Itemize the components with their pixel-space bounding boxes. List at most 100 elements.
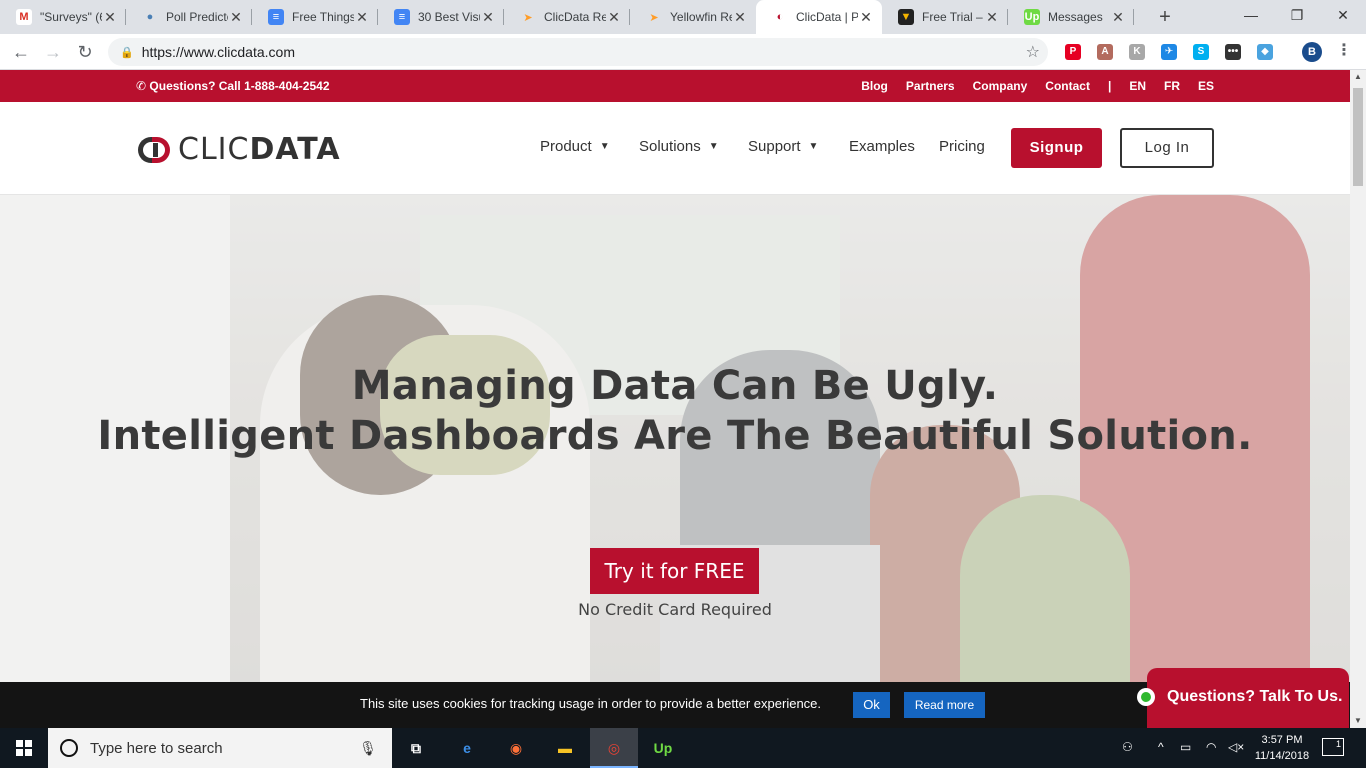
topbar-link[interactable]: Company <box>973 79 1028 93</box>
people-icon[interactable]: ⚇ <box>1122 740 1133 754</box>
edge-icon[interactable]: e <box>455 736 479 760</box>
online-status-icon <box>1137 688 1155 706</box>
start-button[interactable] <box>0 728 48 768</box>
grammar-icon[interactable]: K <box>1129 44 1145 60</box>
dots-extension-icon[interactable]: ••• <box>1225 44 1241 60</box>
bookmark-star-icon[interactable]: ☆ <box>1026 42 1040 62</box>
pdf-icon[interactable]: A <box>1097 44 1113 60</box>
clicdata-logo[interactable]: CLICDATA <box>138 132 341 167</box>
flame-icon[interactable]: ✈ <box>1161 44 1177 60</box>
nav-label: Pricing <box>939 138 985 155</box>
clock-time: 3:57 PM <box>1261 734 1303 746</box>
topbar-link[interactable]: EN <box>1129 79 1146 93</box>
try-free-button[interactable]: Try it for FREE <box>590 548 759 594</box>
battery-icon[interactable]: ▭ <box>1180 740 1191 754</box>
cortana-icon <box>60 739 78 757</box>
page-scrollbar[interactable]: ▲ ▼ <box>1350 70 1366 728</box>
login-button[interactable]: Log In <box>1120 128 1214 168</box>
firefox-icon[interactable]: ◉ <box>504 736 528 760</box>
hero-headline-line1: Managing Data Can Be Ugly. <box>351 363 999 409</box>
new-tab-button[interactable]: + <box>1152 4 1178 30</box>
page-viewport: ✆ Questions? Call 1-888-404-2542 Blog Par… <box>0 70 1350 682</box>
chevron-down-icon: ▼ <box>808 141 819 152</box>
taskbar-search[interactable]: Type here to search 🎙 <box>48 728 392 768</box>
browser-tab-strip: + — ❐ ✕ M "Surveys" (6 ✕ ● Poll Predicto ✕ ≡ Fr… <box>0 0 1366 34</box>
chat-widget[interactable]: Questions? Talk To Us. <box>1137 668 1349 728</box>
reload-button[interactable]: ↻ <box>72 39 98 65</box>
topbar-divider: | <box>1107 79 1112 93</box>
close-tab-icon[interactable]: ✕ <box>228 9 244 26</box>
scroll-up-arrow-icon[interactable]: ▲ <box>1350 70 1366 84</box>
file-explorer-icon[interactable]: ▬ <box>553 736 577 760</box>
tab-title: ClicData | P <box>796 10 858 24</box>
chevron-down-icon: ▼ <box>708 141 719 152</box>
close-tab-icon[interactable]: ✕ <box>732 9 748 26</box>
cookie-read-more-button[interactable]: Read more <box>904 692 985 718</box>
microphone-icon[interactable]: 🎙 <box>356 740 380 757</box>
chrome-icon[interactable]: ◎ <box>602 736 626 760</box>
nav-item-support[interactable]: Support ▼ <box>748 138 818 155</box>
tab-title: Free Things <box>292 10 354 24</box>
pinterest-icon[interactable]: P <box>1065 44 1081 60</box>
nav-label: Solutions <box>639 138 701 155</box>
system-clock[interactable]: 3:57 PM 11/14/2018 <box>1248 732 1316 764</box>
close-tab-icon[interactable]: ✕ <box>102 9 118 26</box>
no-credit-card-note: No Credit Card Required <box>578 600 772 619</box>
skype-icon[interactable]: S <box>1193 44 1209 60</box>
profile-avatar[interactable]: B <box>1302 42 1322 62</box>
capterra-icon: ➤ <box>523 11 533 24</box>
chat-label: Questions? Talk To Us. <box>1167 688 1343 705</box>
close-tab-icon[interactable]: ✕ <box>480 9 496 26</box>
topbar-link[interactable]: ES <box>1198 79 1214 93</box>
topbar-link[interactable]: Contact <box>1045 79 1090 93</box>
topbar-link[interactable]: FR <box>1164 79 1180 93</box>
scrollbar-thumb[interactable] <box>1353 88 1363 186</box>
nav-item-product[interactable]: Product ▼ <box>540 138 610 155</box>
notification-center-icon[interactable]: 1 <box>1322 738 1344 756</box>
topbar-link[interactable]: Partners <box>906 79 955 93</box>
close-tab-icon[interactable]: ✕ <box>858 9 874 26</box>
nav-item-examples[interactable]: Examples <box>849 138 915 155</box>
close-tab-icon[interactable]: ✕ <box>1110 9 1126 26</box>
nav-item-pricing[interactable]: Pricing <box>939 138 985 155</box>
forward-button[interactable]: → <box>40 39 66 65</box>
upwork-icon[interactable]: Up <box>651 736 675 760</box>
topbar-link[interactable]: Blog <box>861 79 888 93</box>
close-tab-icon[interactable]: ✕ <box>984 9 1000 26</box>
nav-label: Support <box>748 138 801 155</box>
chevron-up-icon[interactable]: ^ <box>1158 740 1164 754</box>
wifi-icon[interactable]: ◠ <box>1206 740 1216 754</box>
back-button[interactable]: ← <box>8 39 34 65</box>
browser-tab[interactable]: ● Poll Predicto ✕ <box>126 0 252 34</box>
hero-section: Managing Data Can Be Ugly. Intelligent D… <box>0 195 1350 682</box>
browser-toolbar: ← → ↻ 🔒 https://www.clicdata.com ☆ P A K ✈ S… <box>0 34 1366 70</box>
minimize-button[interactable]: — <box>1228 0 1274 30</box>
gmail-icon: M <box>16 9 32 25</box>
browser-tab[interactable]: ◐ ClicData | P ✕ <box>756 0 882 34</box>
close-tab-icon[interactable]: ✕ <box>354 9 370 26</box>
close-window-button[interactable]: ✕ <box>1320 0 1366 30</box>
tab-title: "Surveys" (6 <box>40 10 102 24</box>
tab-title: Yellowfin Re <box>670 10 732 24</box>
browser-tab[interactable]: ≡ 30 Best Visu ✕ <box>378 0 504 34</box>
volume-muted-icon[interactable]: ◁× <box>1228 740 1244 754</box>
url-text[interactable]: https://www.clicdata.com <box>142 44 295 60</box>
cookie-ok-button[interactable]: Ok <box>853 692 890 718</box>
phone-link[interactable]: ✆ Questions? Call 1-888-404-2542 <box>136 79 330 93</box>
browser-tab[interactable]: ▼ Free Trial – ✕ <box>882 0 1008 34</box>
nav-item-solutions[interactable]: Solutions ▼ <box>639 138 719 155</box>
tab-title: 30 Best Visu <box>418 10 480 24</box>
diamond-extension-icon[interactable]: ◆ <box>1257 44 1273 60</box>
browser-tab[interactable]: ≡ Free Things ✕ <box>252 0 378 34</box>
close-tab-icon[interactable]: ✕ <box>606 9 622 26</box>
maximize-button[interactable]: ❐ <box>1274 0 1320 30</box>
browser-tab[interactable]: ➤ Yellowfin Re ✕ <box>630 0 756 34</box>
browser-tab[interactable]: ➤ ClicData Re ✕ <box>504 0 630 34</box>
browser-tab[interactable]: Up Messages ✕ <box>1008 0 1134 34</box>
task-view-icon[interactable]: ⧉ <box>404 736 428 760</box>
signup-button[interactable]: Signup <box>1011 128 1102 168</box>
browser-tab[interactable]: M "Surveys" (6 ✕ <box>0 0 126 34</box>
address-bar[interactable]: 🔒 https://www.clicdata.com ☆ <box>108 38 1048 66</box>
scroll-down-arrow-icon[interactable]: ▼ <box>1350 714 1366 728</box>
browser-menu-icon[interactable]: ⋮ <box>1336 40 1352 60</box>
